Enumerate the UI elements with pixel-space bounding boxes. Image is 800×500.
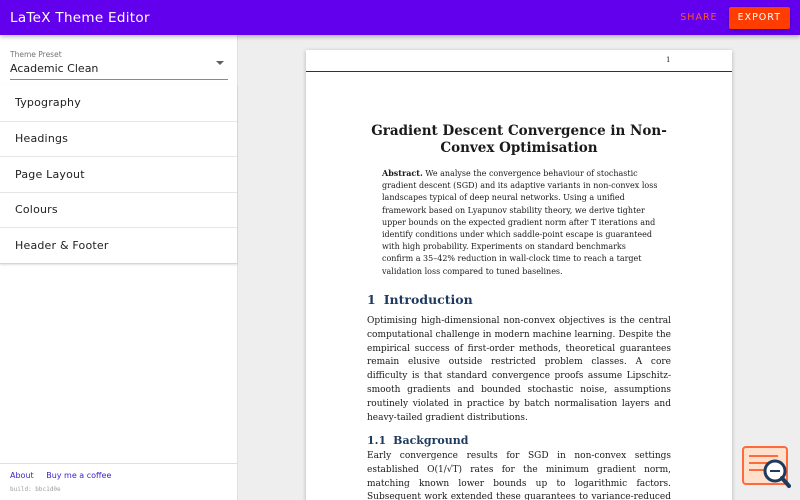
section-colours[interactable]: Colours: [0, 191, 237, 228]
sidebar-footer: About Buy me a coffee build: bbc1d0e: [0, 463, 237, 500]
theme-preset-value: Academic Clean: [10, 62, 99, 75]
toolbar-actions: SHARE EXPORT: [680, 6, 790, 29]
page-number: 1: [666, 56, 671, 64]
section-heading: 1 Introduction: [367, 292, 473, 307]
share-button[interactable]: SHARE: [680, 12, 717, 23]
subsection-heading: 1.1 Background: [367, 434, 468, 447]
introduction-paragraph: Optimising high-dimensional non-convex o…: [367, 316, 671, 423]
app-title: LaTeX Theme Editor: [10, 9, 150, 26]
subsection-title: Background: [393, 434, 469, 447]
section-page-layout[interactable]: Page Layout: [0, 156, 237, 192]
abstract: Abstract. We analyse the convergence beh…: [382, 167, 658, 278]
subsection-number: 1.1: [367, 434, 387, 447]
about-link[interactable]: About: [10, 471, 34, 480]
settings-sections: Typography Headings Page Layout Colours …: [0, 85, 237, 264]
document-page: 1 Gradient Descent Convergence in Non-Co…: [306, 50, 732, 500]
document-search-icon[interactable]: [740, 445, 792, 490]
theme-preset-label: Theme Preset: [10, 50, 62, 59]
background-paragraph: Early convergence results for SGD in non…: [367, 451, 671, 500]
dropdown-caret-icon: [216, 61, 224, 65]
export-button[interactable]: EXPORT: [728, 6, 790, 29]
section-header-footer[interactable]: Header & Footer: [0, 227, 237, 263]
section-number: 1: [367, 292, 376, 307]
document-title: Gradient Descent Convergence in Non-Conv…: [371, 123, 667, 156]
abstract-label: Abstract.: [382, 168, 423, 178]
sidebar: Theme Preset Academic Clean Typography H…: [0, 35, 238, 500]
section-headings[interactable]: Headings: [0, 120, 237, 157]
build-info: build: bbc1d0e: [10, 486, 61, 493]
abstract-text: We analyse the convergence behaviour of …: [382, 169, 658, 276]
section-title: Introduction: [383, 292, 473, 307]
app-bar: LaTeX Theme Editor SHARE EXPORT: [0, 0, 800, 35]
section-typography[interactable]: Typography: [0, 85, 237, 121]
footer-links: About Buy me a coffee: [10, 471, 121, 480]
page-header: 1: [306, 50, 732, 72]
theme-preset-select[interactable]: Theme Preset Academic Clean: [10, 50, 228, 80]
coffee-link[interactable]: Buy me a coffee: [46, 471, 111, 480]
